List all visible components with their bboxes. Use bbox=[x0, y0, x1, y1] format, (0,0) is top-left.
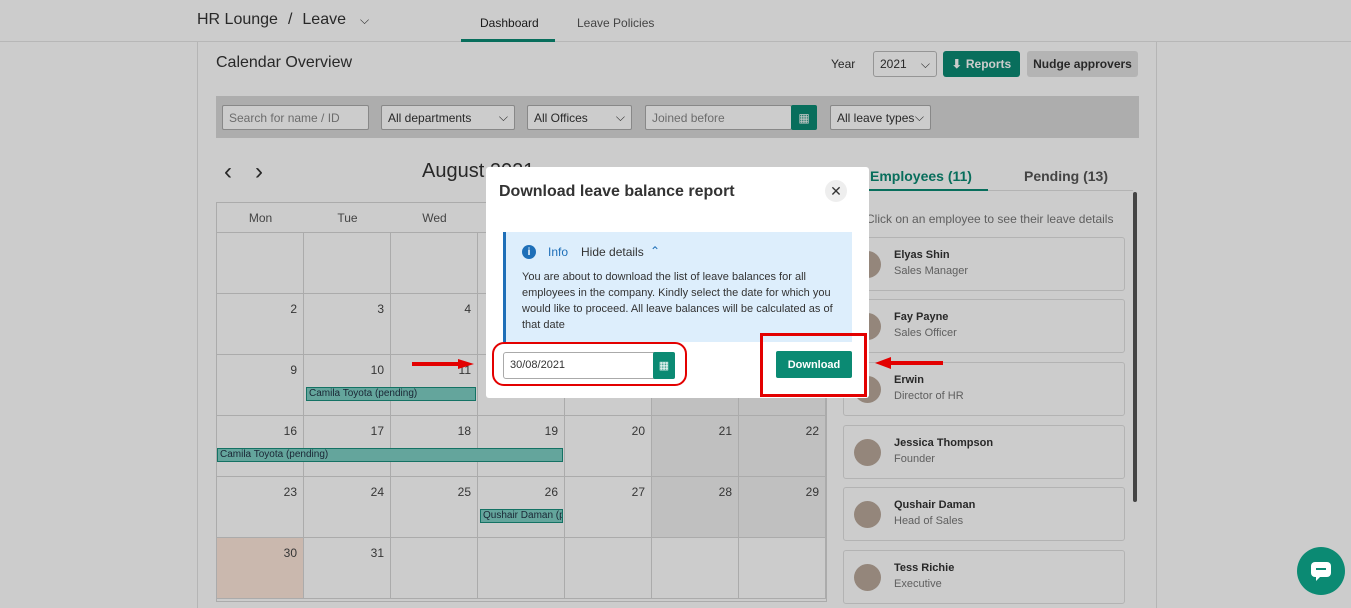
hide-details-link[interactable]: Hide details bbox=[581, 245, 644, 259]
info-box: i Info Hide details ⌃ You are about to d… bbox=[503, 232, 852, 342]
download-highlight-box bbox=[760, 333, 867, 397]
close-icon[interactable]: ✕ bbox=[825, 180, 847, 202]
chevron-up-icon[interactable]: ⌃ bbox=[650, 244, 660, 258]
date-highlight-ring bbox=[492, 342, 687, 386]
info-text: You are about to download the list of le… bbox=[522, 271, 833, 331]
arrow-left-icon bbox=[875, 357, 943, 369]
chat-icon[interactable] bbox=[1297, 547, 1345, 595]
modal-title: Download leave balance report bbox=[499, 183, 735, 200]
info-label: Info bbox=[548, 245, 569, 259]
info-icon: i bbox=[522, 245, 536, 259]
arrow-right-icon bbox=[412, 359, 474, 369]
